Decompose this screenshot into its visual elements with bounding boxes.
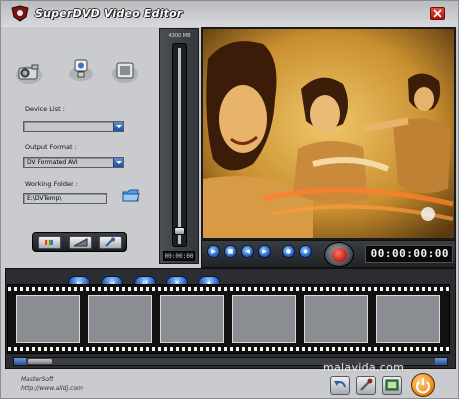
capture-icon: ● xyxy=(285,248,292,255)
app-title: SuperDVD Video Editor xyxy=(35,7,183,20)
transport-bar: ▶ ■ ◀ ▶ ● ◆ 00:00:00:00 xyxy=(201,240,456,268)
forward-icon: ▶ xyxy=(262,248,267,255)
tools-icon xyxy=(360,378,373,391)
volume-slope-button[interactable] xyxy=(69,236,92,249)
microphone-icon xyxy=(105,237,115,247)
effects-toolbar xyxy=(32,232,127,252)
app-window: SuperDVD Video Editor Device List : Outp… xyxy=(0,0,459,399)
forward-button[interactable]: ▶ xyxy=(258,245,271,258)
stop-icon: ■ xyxy=(227,248,234,255)
working-folder-label: Working Folder : xyxy=(25,180,78,188)
volume-slider[interactable] xyxy=(172,43,187,247)
rewind-button[interactable]: ◀ xyxy=(241,245,254,258)
scroll-left-icon[interactable] xyxy=(14,358,26,365)
play-button[interactable]: ▶ xyxy=(207,245,220,258)
clip-frame[interactable] xyxy=(376,295,440,343)
stop-button[interactable]: ■ xyxy=(224,245,237,258)
slider-thumb[interactable] xyxy=(174,227,185,235)
clip-frame[interactable] xyxy=(88,295,152,343)
clip-frame[interactable] xyxy=(232,295,296,343)
play-icon: ▶ xyxy=(211,248,216,255)
working-folder-field[interactable] xyxy=(23,193,107,204)
output-format-label: Output Format : xyxy=(25,143,77,151)
video-preview xyxy=(201,27,456,240)
undo-button[interactable] xyxy=(330,376,350,395)
folder-browse-icon[interactable] xyxy=(122,188,140,203)
device-list-select[interactable] xyxy=(23,121,124,132)
working-folder-input[interactable] xyxy=(24,194,106,203)
color-bars-button[interactable] xyxy=(38,236,61,249)
clip-frame[interactable] xyxy=(160,295,224,343)
device-list-label: Device List : xyxy=(25,105,65,113)
company-name: MasterSoft xyxy=(21,376,54,383)
disk-space-label: 4300 MB xyxy=(168,33,191,39)
webcam-icon[interactable] xyxy=(67,56,95,82)
timecode-display: 00:00:00:00 xyxy=(365,245,453,263)
scroll-right-icon[interactable] xyxy=(435,358,447,365)
watermark: malavida.com xyxy=(323,361,405,374)
exit-button[interactable] xyxy=(411,373,435,397)
disk-space-panel: 4300 MB 00:00:00 xyxy=(159,28,199,264)
film-strip xyxy=(7,284,450,354)
record-button[interactable] xyxy=(324,242,354,267)
microphone-button[interactable] xyxy=(99,236,122,249)
volume-slope-icon xyxy=(73,238,88,247)
clip-frame[interactable] xyxy=(304,295,368,343)
rewind-icon: ◀ xyxy=(245,248,250,255)
title-bar: SuperDVD Video Editor xyxy=(1,1,458,27)
video-frame xyxy=(203,29,454,238)
elapsed-counter: 00:00:00 xyxy=(163,251,195,261)
export-icon xyxy=(385,379,399,391)
tv-capture-icon[interactable] xyxy=(111,58,139,84)
chevron-down-icon[interactable] xyxy=(113,122,123,131)
camera-icon[interactable] xyxy=(15,59,43,85)
capture-button[interactable]: ● xyxy=(282,245,295,258)
clip-frame[interactable] xyxy=(16,295,80,343)
close-icon xyxy=(433,9,442,18)
output-format-value: DV Formated AVI xyxy=(27,159,78,166)
perforation-top xyxy=(8,287,449,291)
slider-groove xyxy=(178,48,181,244)
settings-icon: ◆ xyxy=(303,248,308,255)
app-logo-icon xyxy=(11,5,29,22)
tools-button[interactable] xyxy=(356,376,376,395)
color-bars-icon xyxy=(45,240,53,245)
perforation-bottom xyxy=(8,347,449,351)
export-button[interactable] xyxy=(382,376,402,395)
chevron-down-icon[interactable] xyxy=(113,158,123,167)
settings-button[interactable]: ◆ xyxy=(299,245,312,258)
company-url[interactable]: http://www.alldj.com xyxy=(21,385,83,392)
scroll-thumb[interactable] xyxy=(28,359,52,364)
power-icon xyxy=(416,378,430,394)
output-format-select[interactable]: DV Formated AVI xyxy=(23,157,124,168)
undo-icon xyxy=(334,381,346,388)
close-button[interactable] xyxy=(430,7,445,20)
